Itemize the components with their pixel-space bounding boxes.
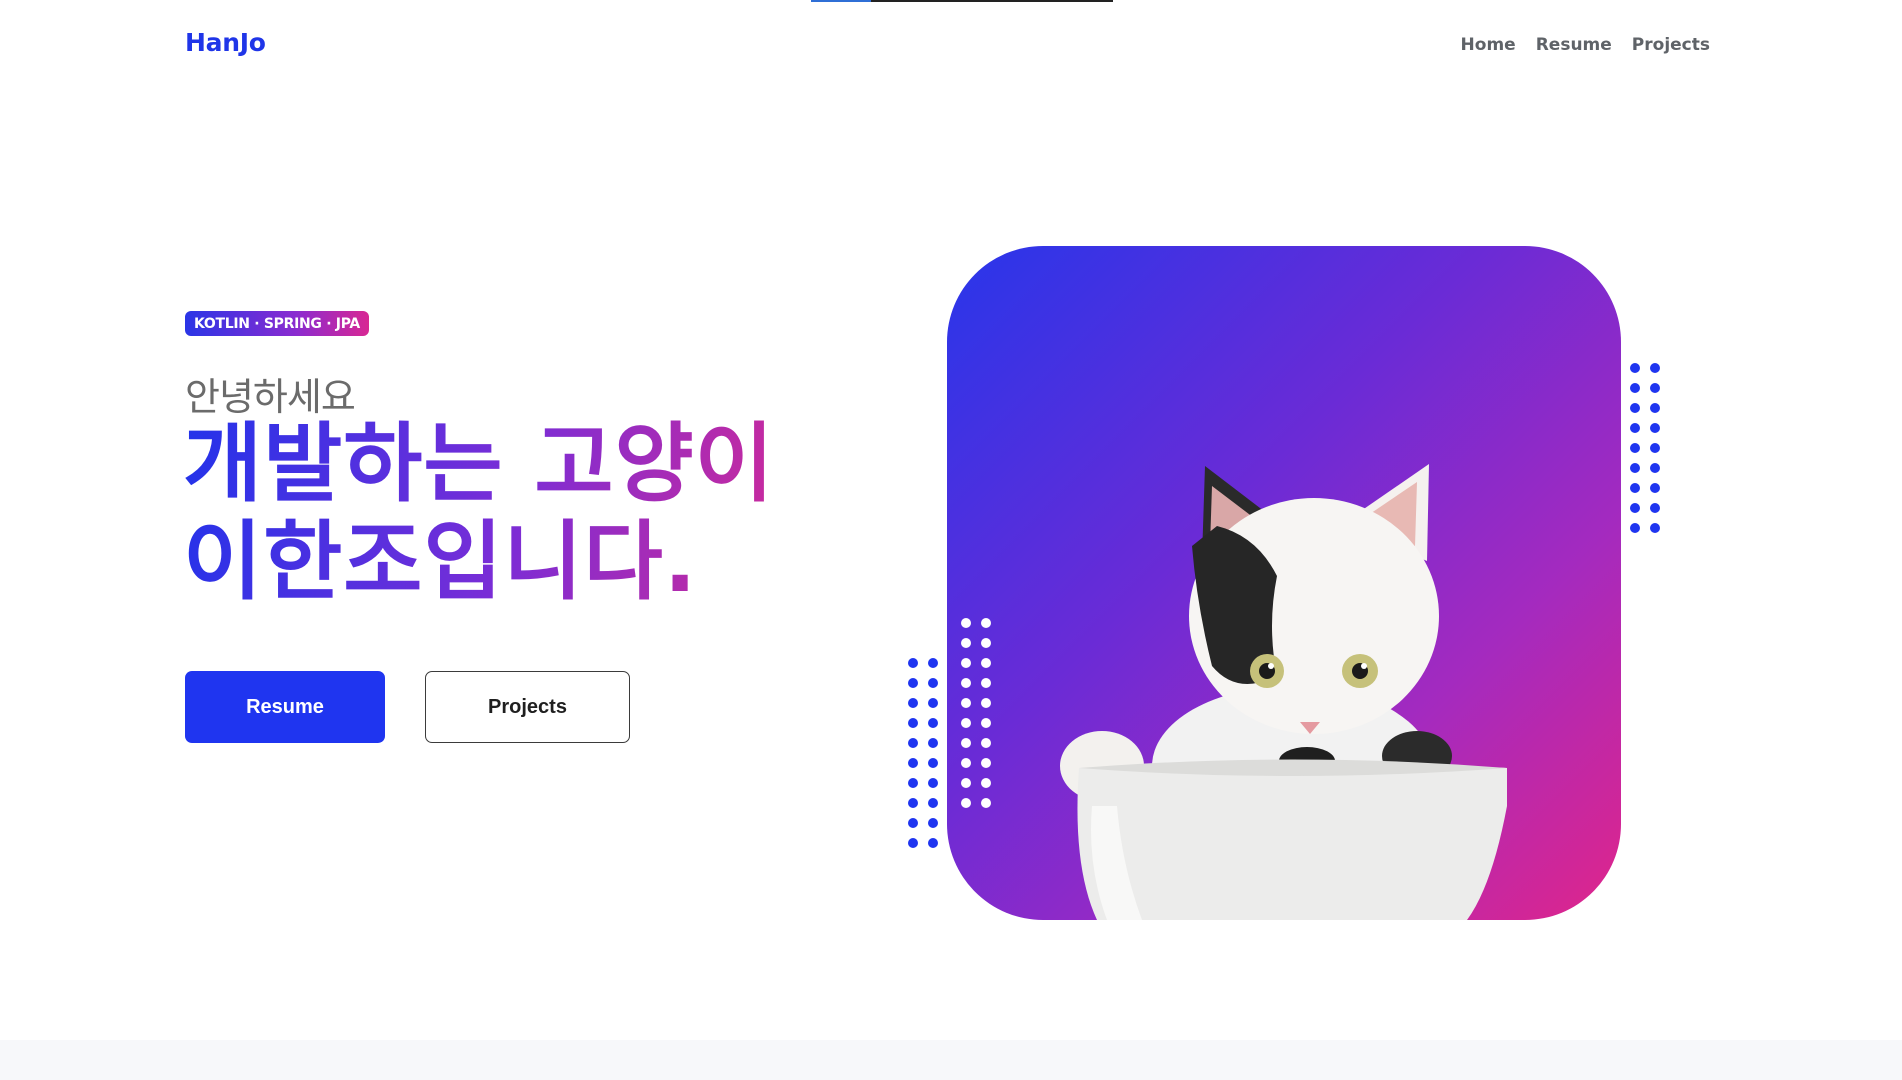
next-section-band <box>0 1040 1902 1080</box>
scroll-progress-fill <box>811 0 871 2</box>
main-nav: Home Resume Projects <box>1461 35 1710 55</box>
cat-in-cup-illustration <box>1060 464 1507 920</box>
nav-link-resume[interactable]: Resume <box>1536 35 1612 55</box>
hero-headline: 개발하는 고양이 이한조입니다. <box>183 415 775 611</box>
greeting-text: 안녕하세요 <box>185 375 356 419</box>
scroll-progress-bar <box>811 0 1113 2</box>
dot-pattern-blue-left <box>908 658 938 848</box>
projects-button[interactable]: Projects <box>425 671 630 743</box>
dot-pattern-white-bottom <box>961 618 991 808</box>
hero-headline-line2: 이한조입니다. <box>183 512 698 612</box>
tech-stack-badge: KOTLIN · SPRING · JPA <box>185 311 369 336</box>
site-logo[interactable]: HanJo <box>185 28 266 57</box>
dot-pattern-blue-right <box>1630 363 1660 533</box>
nav-link-projects[interactable]: Projects <box>1632 35 1710 55</box>
nav-link-home[interactable]: Home <box>1461 35 1516 55</box>
hero-image-card <box>947 246 1621 920</box>
hero-headline-line1: 개발하는 고양이 <box>183 414 775 514</box>
resume-button[interactable]: Resume <box>185 671 385 743</box>
page: HanJo Home Resume Projects KOTLIN · SPRI… <box>0 0 1902 1080</box>
